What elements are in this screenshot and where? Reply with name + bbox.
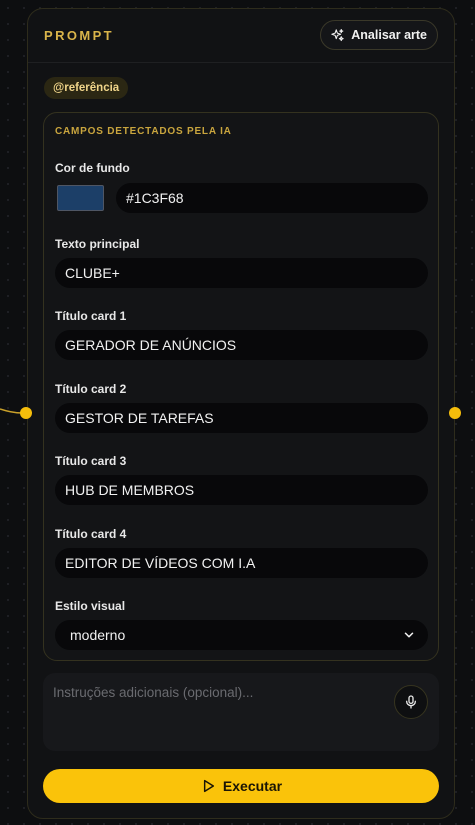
main-text-label: Texto principal xyxy=(55,237,140,251)
node-header: PROMPT Analisar arte xyxy=(28,9,454,63)
panel-title: CAMPOS DETECTADOS PELA IA xyxy=(55,126,232,137)
output-port[interactable] xyxy=(449,407,461,419)
card1-title-input[interactable] xyxy=(55,330,428,360)
microphone-icon xyxy=(406,695,416,709)
color-swatch[interactable] xyxy=(57,185,104,211)
instructions-box xyxy=(43,673,439,751)
sparkles-icon xyxy=(331,28,344,41)
play-icon xyxy=(203,779,214,793)
main-text-input[interactable] xyxy=(55,258,428,288)
node-title: PROMPT xyxy=(44,28,115,43)
detected-fields-panel: CAMPOS DETECTADOS PELA IA Cor de fundo T… xyxy=(43,112,439,661)
visual-style-value: moderno xyxy=(70,627,126,643)
card3-title-input[interactable] xyxy=(55,475,428,505)
card4-title-input[interactable] xyxy=(55,548,428,578)
execute-button[interactable]: Executar xyxy=(43,769,439,803)
instructions-input[interactable] xyxy=(53,685,383,739)
visual-style-label: Estilo visual xyxy=(55,599,126,613)
chevron-down-icon xyxy=(404,632,414,638)
prompt-node: PROMPT Analisar arte @referência CAMPOS … xyxy=(27,8,455,819)
execute-label: Executar xyxy=(222,778,283,794)
card2-title-input[interactable] xyxy=(55,403,428,433)
card3-title-label: Título card 3 xyxy=(55,454,127,468)
background-color-label: Cor de fundo xyxy=(55,161,130,175)
card2-title-label: Título card 2 xyxy=(55,382,127,396)
analyze-art-label: Analisar arte xyxy=(351,28,427,42)
background-color-input[interactable] xyxy=(116,183,428,213)
input-port[interactable] xyxy=(20,407,32,419)
reference-chip[interactable]: @referência xyxy=(44,77,129,99)
card4-title-label: Título card 4 xyxy=(55,527,127,541)
analyze-art-button[interactable]: Analisar arte xyxy=(320,20,438,50)
microphone-button[interactable] xyxy=(394,685,428,719)
card1-title-label: Título card 1 xyxy=(55,309,127,323)
visual-style-select[interactable]: moderno xyxy=(55,620,428,650)
